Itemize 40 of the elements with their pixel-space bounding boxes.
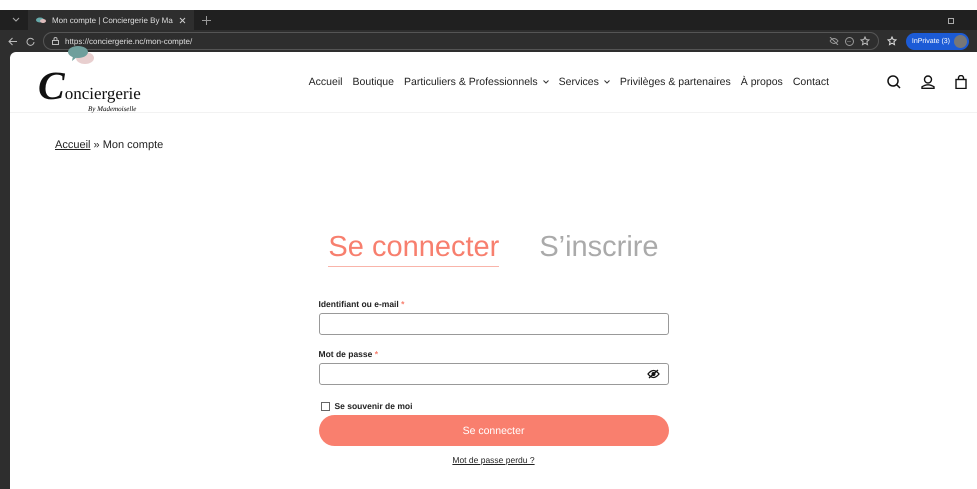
breadcrumb-link[interactable]: Accueil: [55, 139, 90, 151]
checkbox-label: Se souvenir de moi: [334, 401, 412, 411]
nav-link[interactable]: Services: [558, 76, 610, 88]
logo-title[interactable]: Conciergerie: [38, 66, 141, 106]
star-icon[interactable]: [860, 36, 870, 46]
speech-bubbles-icon: [68, 46, 94, 66]
password-field[interactable]: [318, 363, 668, 385]
nav-link[interactable]: Privilèges & partenaires: [620, 76, 731, 88]
restore-window-icon[interactable]: [948, 16, 955, 24]
nav-link[interactable]: Accueil: [308, 76, 343, 88]
eye-slash-icon[interactable]: [646, 369, 660, 379]
plus-icon[interactable]: [202, 16, 211, 24]
shopping-bag-icon[interactable]: [955, 75, 967, 89]
reload-icon[interactable]: [26, 36, 35, 46]
nav-link[interactable]: Particuliers & Professionnels: [404, 76, 549, 88]
text-field[interactable]: [318, 313, 668, 335]
field-label: Identifiant ou e-mail *: [318, 299, 406, 309]
chevron-down-icon[interactable]: [12, 17, 20, 23]
nav-link[interactable]: Contact: [792, 76, 829, 88]
dots-circle-icon[interactable]: [844, 36, 854, 46]
nav-link[interactable]: Boutique: [352, 76, 394, 88]
back-arrow-icon[interactable]: [8, 36, 18, 46]
caret-icon: [542, 80, 549, 84]
address-bar[interactable]: https://conciergerie.nc/mon-compte/: [43, 32, 879, 50]
caret-icon: [604, 80, 610, 84]
search-icon[interactable]: [887, 75, 901, 89]
lock-icon: [52, 37, 59, 45]
speech-bubbles-icon: [36, 16, 46, 24]
lost-password-link[interactable]: Mot de passe perdu ?: [452, 455, 535, 465]
close-icon[interactable]: [178, 16, 186, 24]
tab-title: Mon compte | Conciergerie By Ma: [52, 16, 173, 24]
breadcrumb-separator: »: [94, 139, 100, 151]
nav-link[interactable]: À propos: [740, 76, 783, 88]
avatar-icon: [954, 34, 967, 48]
checkbox[interactable]: [320, 402, 330, 410]
browser-tab[interactable]: Mon compte | Conciergerie By Ma: [28, 10, 194, 30]
user-icon[interactable]: [921, 75, 935, 89]
breadcrumb-current: Mon compte: [102, 139, 164, 151]
favorites-icon[interactable]: [886, 36, 898, 46]
field-label: Mot de passe *: [318, 349, 380, 359]
